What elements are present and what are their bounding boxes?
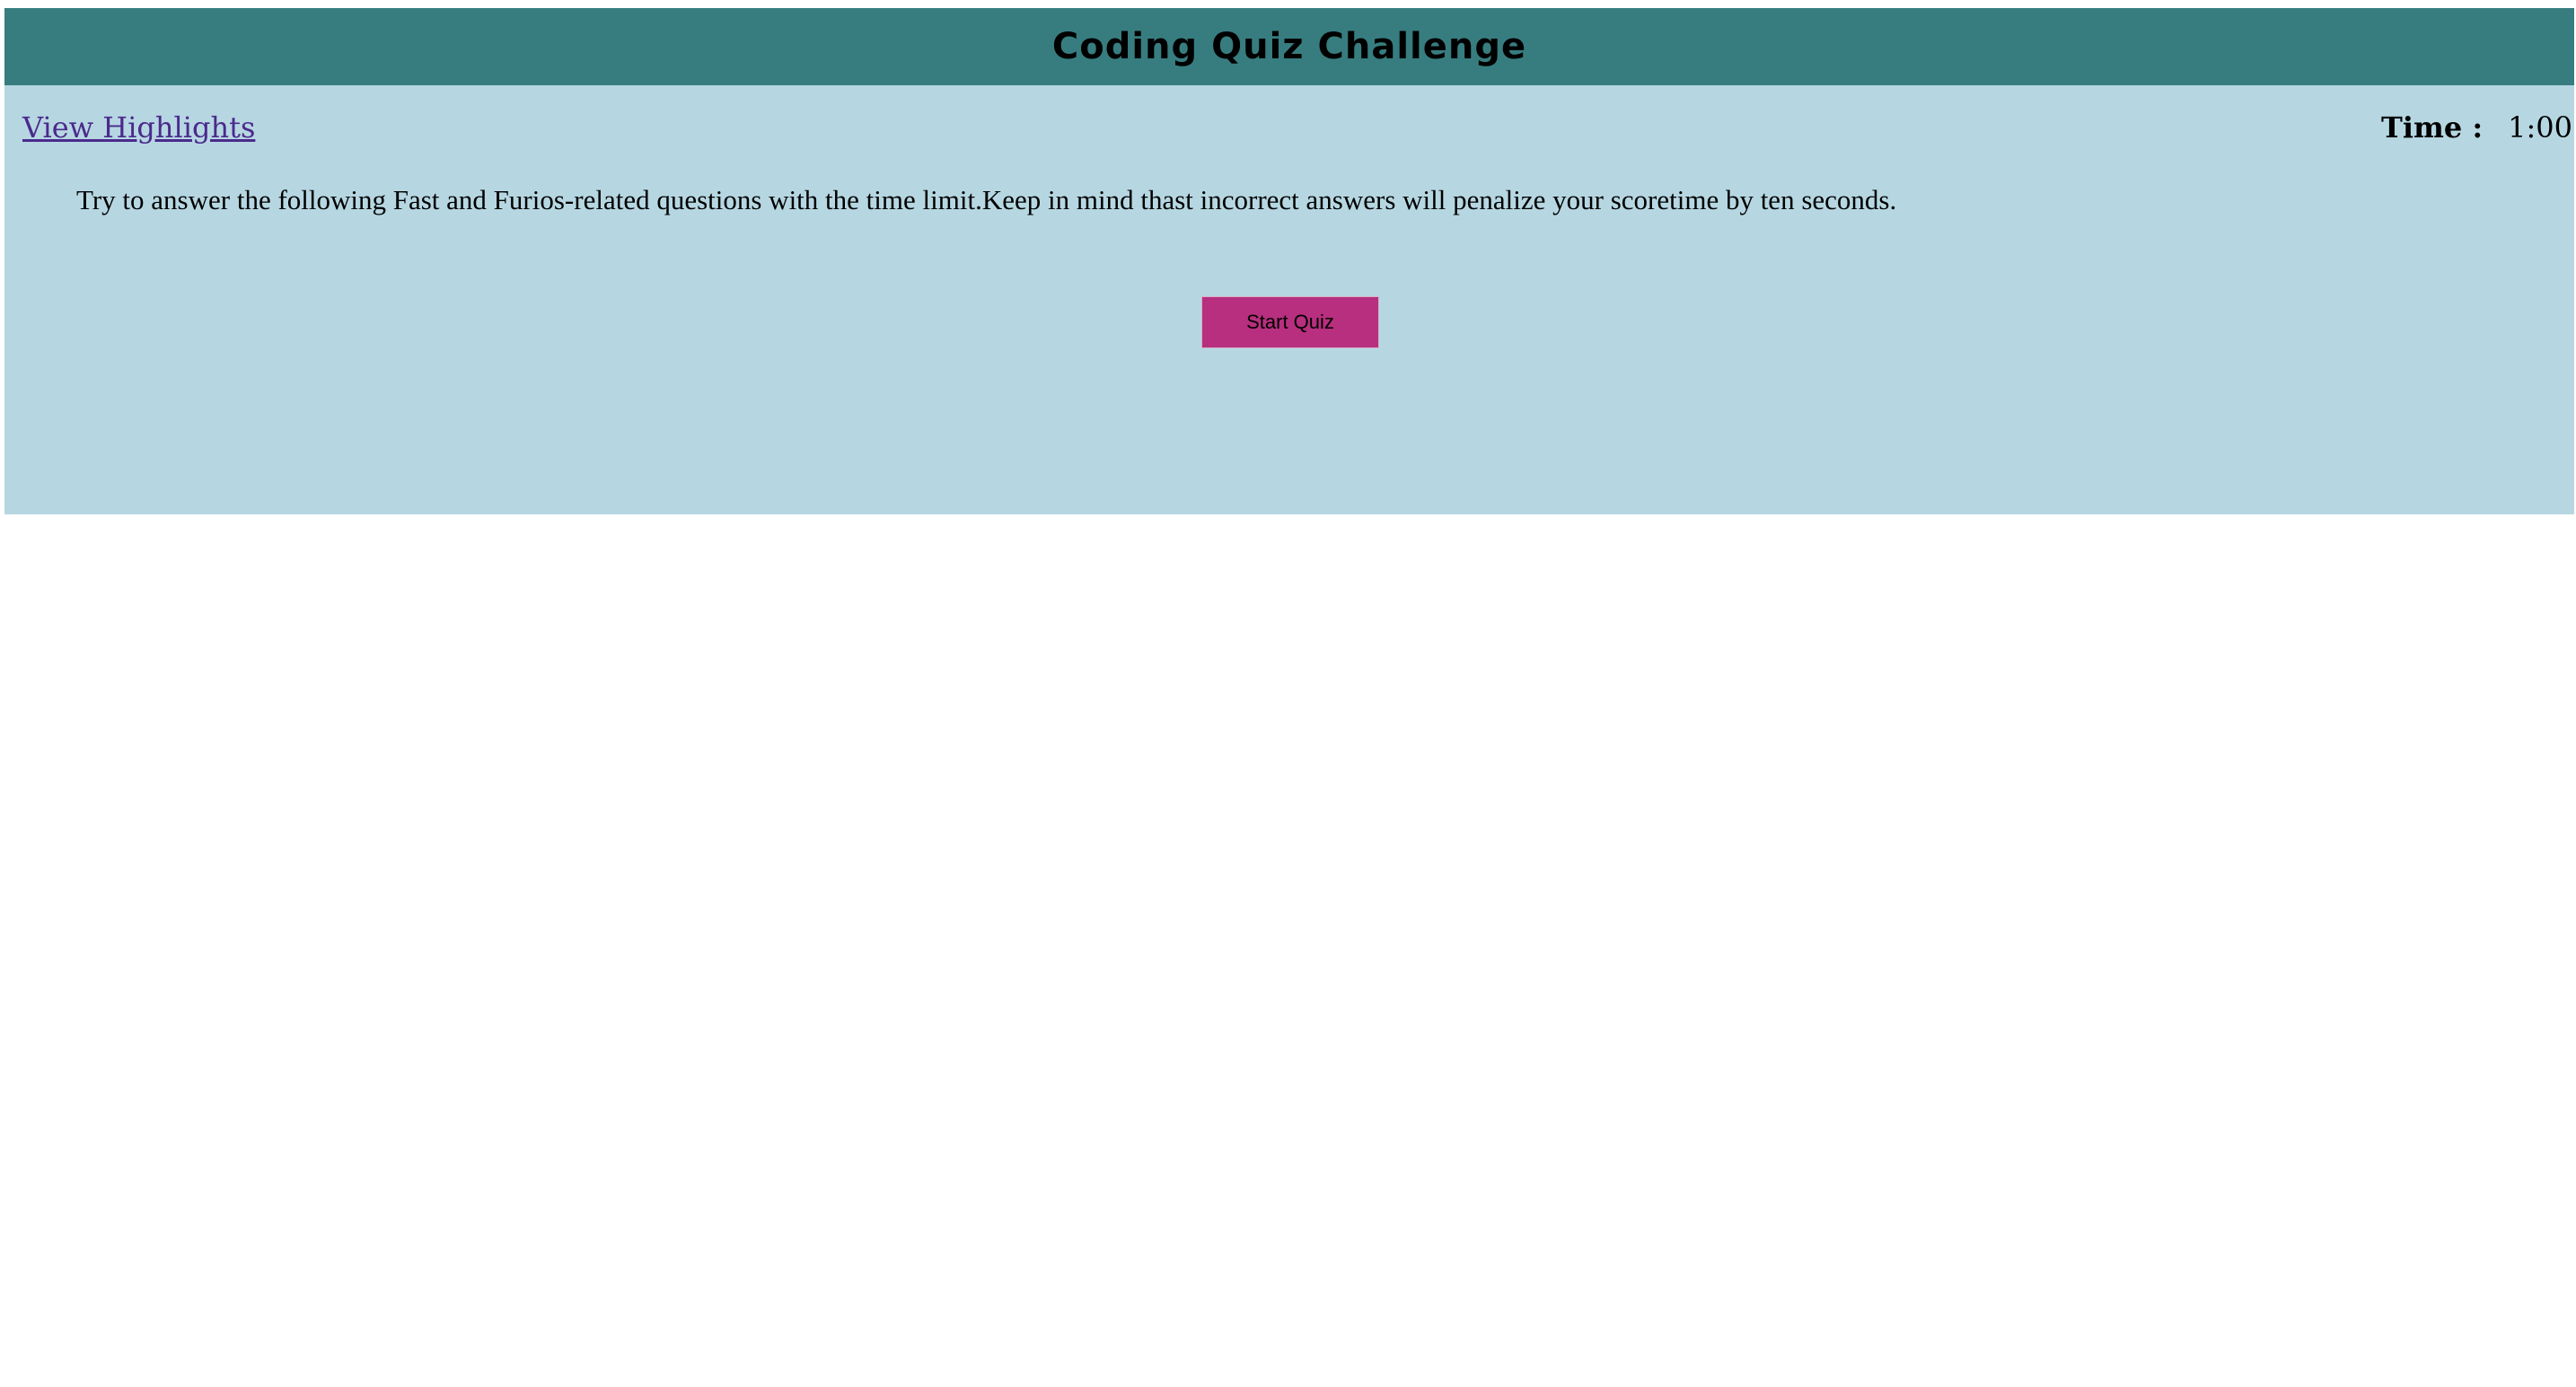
view-highlights-link[interactable]: View Highlights <box>22 110 255 145</box>
quiz-instructions: Try to answer the following Fast and Fur… <box>76 184 1897 215</box>
start-quiz-button[interactable]: Start Quiz <box>1201 296 1379 348</box>
page-title: Coding Quiz Challenge <box>1051 26 1527 67</box>
quiz-intro-panel: View Highlights Time : 1:00 Try to answe… <box>4 85 2574 514</box>
page: Coding Quiz Challenge View Highlights Ti… <box>4 8 2574 514</box>
timer: Time : 1:00 <box>2381 110 2572 145</box>
timer-label: Time : <box>2381 110 2484 145</box>
header-bar: Coding Quiz Challenge <box>4 8 2574 85</box>
timer-value: 1:00 <box>2508 110 2572 145</box>
